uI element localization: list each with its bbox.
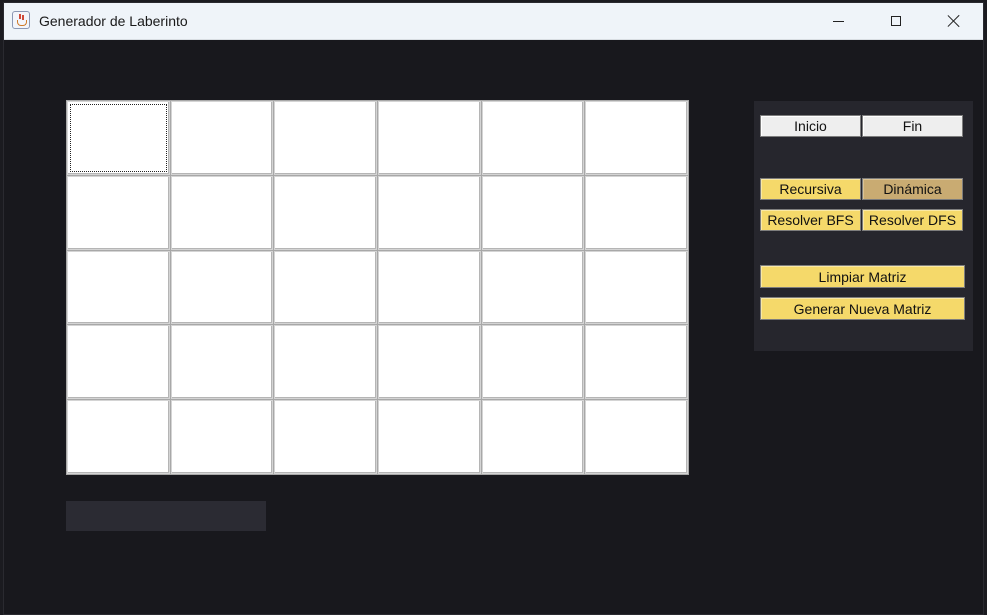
- maze-cell[interactable]: [481, 101, 585, 175]
- maze-cell[interactable]: [170, 250, 274, 325]
- control-panel: Inicio Fin Recursiva Dinámica Resolver B…: [754, 101, 973, 351]
- maze-cell[interactable]: [67, 325, 170, 400]
- status-area: [66, 501, 266, 531]
- window-title: Generador de Laberinto: [39, 13, 188, 29]
- maze-cell[interactable]: [585, 101, 688, 175]
- close-button[interactable]: [925, 3, 983, 39]
- minimize-icon: [832, 20, 844, 22]
- maze-cell[interactable]: [377, 325, 481, 400]
- maze-cell[interactable]: [170, 101, 274, 175]
- maximize-icon: [891, 16, 901, 26]
- maze-grid: [66, 100, 689, 475]
- maze-cell[interactable]: [274, 325, 377, 400]
- maze-cell[interactable]: [481, 400, 585, 474]
- maximize-button[interactable]: [867, 3, 925, 39]
- maze-cell[interactable]: [377, 175, 481, 250]
- maze-cell[interactable]: [585, 250, 688, 325]
- maze-cell[interactable]: [585, 175, 688, 250]
- maze-cell[interactable]: [377, 400, 481, 474]
- maze-cell[interactable]: [67, 250, 170, 325]
- maze-cell[interactable]: [481, 250, 585, 325]
- solve-bfs-button[interactable]: Resolver BFS: [760, 209, 861, 231]
- maze-cell[interactable]: [67, 400, 170, 474]
- recursive-button[interactable]: Recursiva: [760, 178, 861, 200]
- app-window: Generador de Laberinto Inicio Fin Recurs…: [3, 2, 984, 615]
- maze-cell[interactable]: [274, 400, 377, 474]
- maze-cell[interactable]: [377, 250, 481, 325]
- maze-cell[interactable]: [170, 325, 274, 400]
- start-button[interactable]: Inicio: [760, 115, 861, 137]
- maze-cell[interactable]: [274, 101, 377, 175]
- maze-cell[interactable]: [170, 175, 274, 250]
- clear-matrix-button[interactable]: Limpiar Matriz: [760, 265, 965, 288]
- generate-new-matrix-button[interactable]: Generar Nueva Matriz: [760, 297, 965, 320]
- maze-cell[interactable]: [274, 250, 377, 325]
- maze-cell[interactable]: [67, 101, 170, 175]
- maze-cell[interactable]: [585, 400, 688, 474]
- maze-cell[interactable]: [585, 325, 688, 400]
- end-button[interactable]: Fin: [862, 115, 963, 137]
- minimize-button[interactable]: [809, 3, 867, 39]
- maze-cell[interactable]: [481, 325, 585, 400]
- dynamic-button[interactable]: Dinámica: [862, 178, 963, 200]
- solve-dfs-button[interactable]: Resolver DFS: [862, 209, 963, 231]
- maze-cell[interactable]: [481, 175, 585, 250]
- maze-cell[interactable]: [67, 175, 170, 250]
- maze-cell[interactable]: [170, 400, 274, 474]
- java-app-icon: [12, 11, 30, 29]
- close-icon: [947, 14, 961, 28]
- title-bar[interactable]: Generador de Laberinto: [4, 3, 983, 40]
- maze-cell[interactable]: [274, 175, 377, 250]
- maze-cell[interactable]: [377, 101, 481, 175]
